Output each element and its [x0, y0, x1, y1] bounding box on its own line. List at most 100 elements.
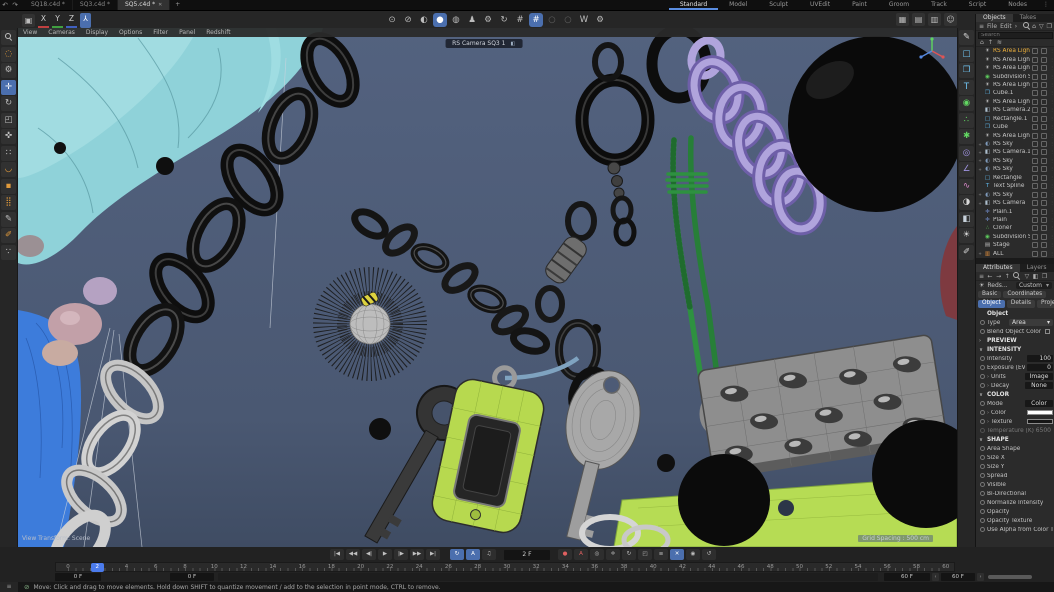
visibility-toggle[interactable]	[1032, 57, 1038, 63]
current-frame-display[interactable]: 2 F	[504, 550, 550, 560]
visibility-toggle[interactable]	[1032, 133, 1038, 139]
points-mode-button[interactable]: ⣿	[1, 195, 16, 210]
anim-dot[interactable]	[980, 518, 985, 523]
expand-icon[interactable]: ›	[987, 410, 989, 416]
expander-icon[interactable]: +	[978, 158, 982, 163]
visibility-toggle[interactable]	[1032, 107, 1038, 113]
workspace-tab-uvedit[interactable]: UVEdit	[799, 0, 841, 10]
object-row[interactable]: +◐RS Sky⋮	[976, 190, 1054, 198]
object-row[interactable]: ∴Cloner⋮	[976, 224, 1054, 232]
object-row[interactable]: ☀RS Area Light.3⋮	[976, 64, 1054, 72]
transform-tool[interactable]: ✜	[1, 129, 16, 144]
magnet-tool[interactable]: ∵	[1, 245, 16, 260]
anim-dot[interactable]	[980, 419, 985, 424]
anim-dot[interactable]	[980, 356, 985, 361]
next-key-button[interactable]: ▶▶	[410, 549, 424, 560]
render-toggle[interactable]	[1041, 99, 1047, 105]
object-row[interactable]: ▤Stage⋮	[976, 241, 1054, 249]
attr-color-swatch[interactable]	[1027, 419, 1053, 424]
undo-icon[interactable]: ↶	[0, 0, 10, 10]
panel-menu-icon[interactable]: ≡	[979, 273, 984, 280]
lock-icon[interactable]: ◧	[1033, 273, 1039, 280]
solo-selected-icon[interactable]: ⊘	[401, 13, 415, 27]
attr-dropdown[interactable]: Area▾	[1009, 319, 1053, 327]
expander-icon[interactable]: +	[978, 251, 982, 256]
collapse-icon[interactable]: ›	[979, 338, 984, 344]
anim-dot[interactable]	[980, 365, 985, 370]
expander-icon[interactable]: +	[978, 192, 982, 197]
visibility-toggle[interactable]	[1032, 200, 1038, 206]
anim-dot[interactable]	[980, 410, 985, 415]
axis-x-button[interactable]: X	[38, 13, 49, 28]
modeling-settings-icon[interactable]: ⚙	[593, 13, 607, 27]
object-row[interactable]: ◉Subdivision Surface⋮	[976, 233, 1054, 241]
render-toggle[interactable]	[1041, 158, 1047, 164]
axis-lock-icon[interactable]: ⅄	[80, 13, 91, 28]
visibility-toggle[interactable]	[1032, 217, 1038, 223]
render-toggle[interactable]	[1041, 65, 1047, 71]
workspace-tab-script[interactable]: Script	[958, 0, 997, 10]
zoom-tool[interactable]	[1, 30, 16, 45]
visibility-toggle[interactable]	[1032, 209, 1038, 215]
anim-dot[interactable]	[980, 428, 985, 433]
visibility-toggle[interactable]	[1032, 74, 1038, 80]
render-toggle[interactable]	[1041, 251, 1047, 257]
anim-dot[interactable]	[980, 446, 985, 451]
render-toggle[interactable]	[1041, 225, 1047, 231]
parent-object-icon[interactable]: ↑	[1005, 273, 1010, 280]
model-mode-button[interactable]: ▪	[1, 179, 16, 194]
axis-y-button[interactable]: Y	[52, 13, 63, 28]
anim-dot[interactable]	[980, 401, 985, 406]
timeline-ruler[interactable]: 0246810121416182022242628303234363840424…	[55, 562, 955, 572]
field-icon[interactable]: ◑	[959, 195, 974, 210]
object-row[interactable]: ◧RS Camera.2⋮	[976, 106, 1054, 114]
path-filter-icon[interactable]: ≋	[997, 39, 1002, 46]
menu-overflow-icon[interactable]: ›	[1015, 23, 1017, 30]
anim-dot[interactable]	[980, 320, 985, 325]
render-view-icon[interactable]: ▤	[912, 13, 925, 26]
pen-tool[interactable]: ✐	[1, 228, 16, 243]
object-row[interactable]: +◐RS Sky⋮	[976, 140, 1054, 148]
range-spin-down[interactable]: ‹	[932, 573, 939, 581]
dynamics-alt-icon[interactable]: ○	[561, 13, 575, 27]
generator-icon[interactable]: ✱	[959, 129, 974, 144]
anim-dot[interactable]	[980, 455, 985, 460]
filter-icon[interactable]: ▽	[1039, 23, 1044, 30]
tab-objects[interactable]: Objects	[976, 14, 1013, 22]
expand-icon[interactable]: ›	[987, 419, 989, 425]
cloner-icon[interactable]: ∴	[959, 113, 974, 128]
range-start-field[interactable]: 0 F	[170, 573, 214, 581]
collapse-icon[interactable]: ∨	[979, 347, 984, 353]
collapse-icon[interactable]: ∨	[979, 437, 984, 443]
tab-attributes[interactable]: Attributes	[976, 264, 1020, 272]
simulation-settings-icon[interactable]: ⚙	[481, 13, 495, 27]
parent-up-icon[interactable]: ↑	[988, 39, 993, 46]
chip-basic[interactable]: Basic	[978, 291, 1001, 298]
picture-viewer-icon[interactable]: ▥	[928, 13, 941, 26]
record-rotation-toggle[interactable]: ↻	[622, 549, 636, 560]
goto-end-button[interactable]: ▶|	[426, 549, 440, 560]
spline-deformer-icon[interactable]: ∠	[959, 162, 974, 177]
object-row[interactable]: ❒Cube⋮	[976, 123, 1054, 131]
object-row[interactable]: ◉Subdivision Surface.1⋮	[976, 72, 1054, 80]
autokey-toggle[interactable]: A	[574, 549, 588, 560]
attr-value-field[interactable]: 100	[1027, 355, 1053, 362]
anim-dot[interactable]	[980, 329, 985, 334]
render-toggle[interactable]	[1041, 48, 1047, 54]
render-toggle[interactable]	[1041, 74, 1047, 80]
viewport-menu-filter[interactable]: Filter	[153, 29, 168, 36]
viewport-menu-options[interactable]: Options	[119, 29, 142, 36]
scale-tool[interactable]: ◰	[1, 113, 16, 128]
tweak-tool[interactable]: ⚙	[1, 63, 16, 78]
render-toggle[interactable]	[1041, 183, 1047, 189]
section-preview[interactable]: ›PREVIEW	[976, 336, 1054, 345]
workspace-overflow-icon[interactable]: ⋮	[1038, 0, 1054, 10]
anim-dot[interactable]	[980, 527, 985, 532]
record-scale-toggle[interactable]: ◰	[638, 549, 652, 560]
visibility-toggle[interactable]	[1032, 48, 1038, 54]
workspace-tab-model[interactable]: Model	[718, 0, 758, 10]
visibility-toggle[interactable]	[1032, 116, 1038, 122]
expander-icon[interactable]: +	[978, 142, 982, 147]
workspace-tab-groom[interactable]: Groom	[878, 0, 920, 10]
search-input[interactable]	[978, 32, 1053, 39]
